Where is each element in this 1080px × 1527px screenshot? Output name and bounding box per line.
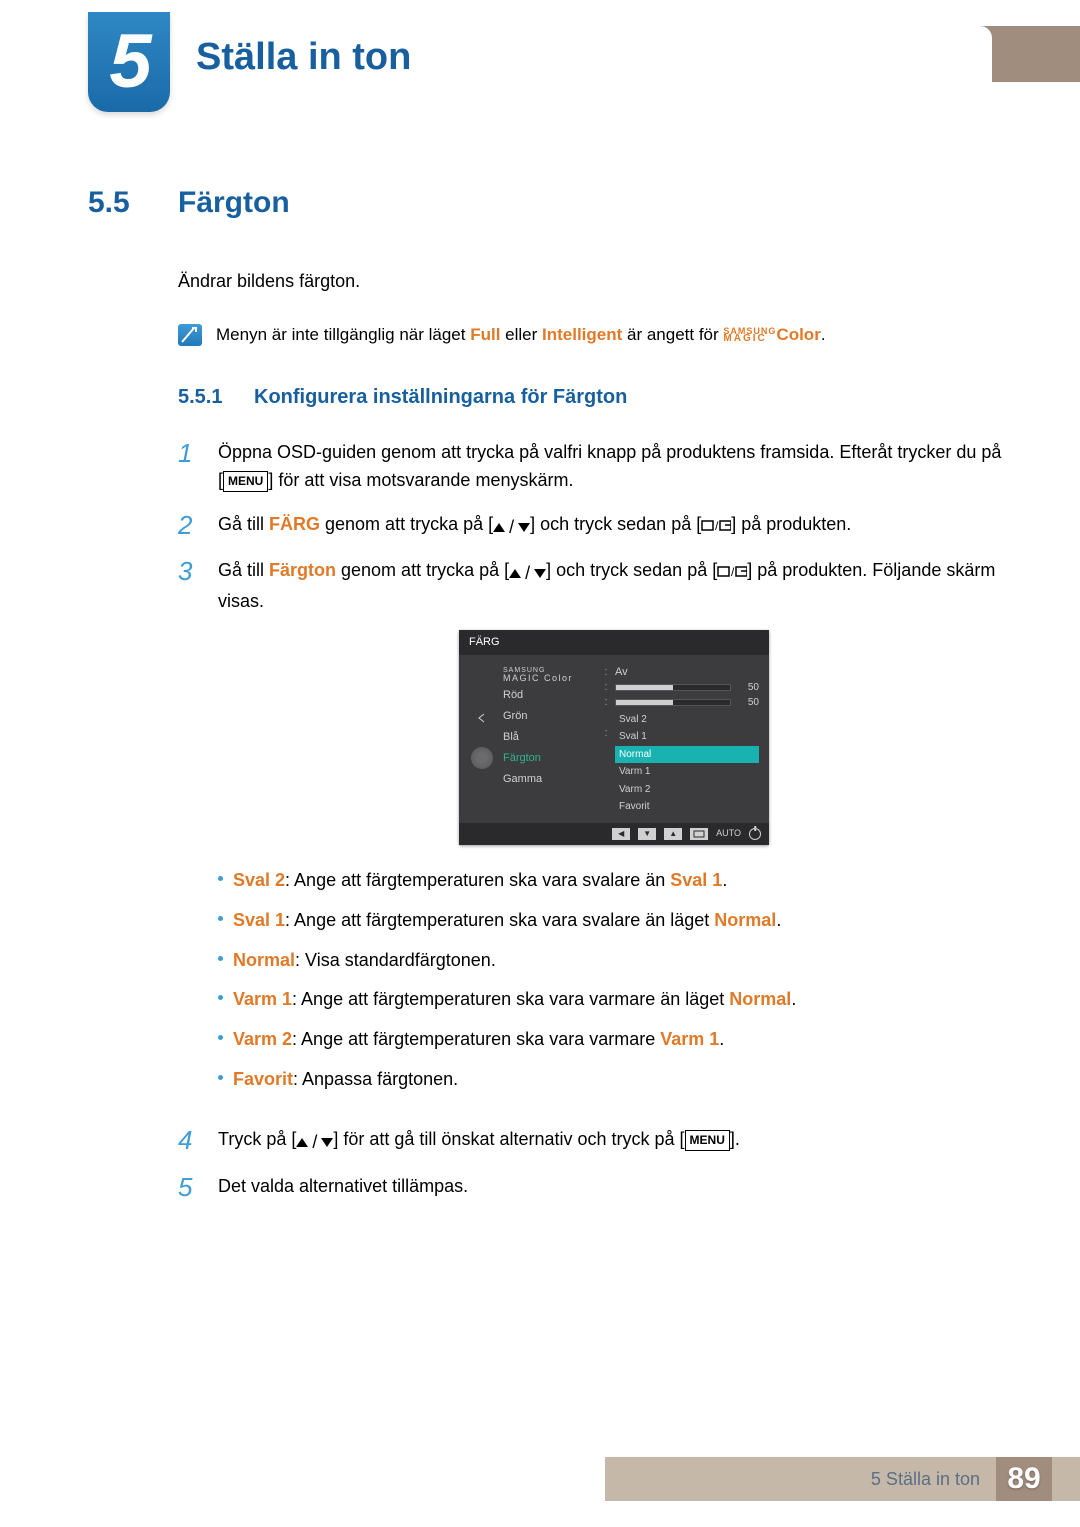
section-header: 5.5 Färgton xyxy=(88,186,1010,220)
option-descriptions: Sval 2: Ange att färgtemperaturen ska va… xyxy=(218,867,1010,1094)
svg-text:/: / xyxy=(715,519,719,533)
osd-panel: FÄRG SAMSUNGMAGIC Color Röd xyxy=(459,630,769,845)
osd-options: Sval 2 Sval 1 Normal Varm 1 Varm 2 Favor… xyxy=(615,711,759,816)
source-enter-icon: / xyxy=(717,560,747,580)
step-2-text: Gå till FÄRG genom att trycka på [/] och… xyxy=(218,511,1010,541)
palette-icon xyxy=(471,747,493,769)
step-number: 5 xyxy=(178,1173,198,1202)
svg-text:/: / xyxy=(731,565,735,579)
up-down-icon: / xyxy=(509,560,546,588)
up-down-icon: / xyxy=(296,1129,333,1157)
step-number: 4 xyxy=(178,1126,198,1156)
chapter-tab: 5 xyxy=(88,12,170,112)
osd-footer: ◀ ▼ ▲ AUTO xyxy=(459,823,769,845)
chevron-left-icon xyxy=(477,713,487,723)
left-icon: ◀ xyxy=(612,828,630,840)
up-icon: ▲ xyxy=(664,828,682,840)
step-3-text: Gå till Färgton genom att trycka på [/] … xyxy=(218,557,1010,1110)
section-title: Färgton xyxy=(178,186,290,220)
down-icon: ▼ xyxy=(638,828,656,840)
subsection-header: 5.5.1 Konfigurera inställningarna för Fä… xyxy=(178,382,1010,413)
subsection-number: 5.5.1 xyxy=(178,382,236,413)
page-footer: 5 Ställa in ton 89 xyxy=(0,1457,1080,1501)
note-text: Menyn är inte tillgänglig när läget Full… xyxy=(216,322,826,348)
menu-key-icon: MENU xyxy=(685,1130,730,1151)
page-number: 89 xyxy=(996,1457,1052,1501)
source-enter-icon: / xyxy=(701,514,731,534)
samsung-magic-logo: SAMSUNGMAGIC xyxy=(723,328,776,343)
note-icon xyxy=(178,324,202,346)
step-1-text: Öppna OSD-guiden genom att trycka på val… xyxy=(218,439,1010,495)
step-number: 2 xyxy=(178,511,198,541)
note-row: Menyn är inte tillgänglig när läget Full… xyxy=(178,322,1010,348)
osd-title: FÄRG xyxy=(459,630,769,655)
enter-icon xyxy=(690,828,708,840)
chapter-number: 5 xyxy=(88,12,170,112)
section-number: 5.5 xyxy=(88,186,150,220)
intro-text: Ändrar bildens färgton. xyxy=(178,268,1010,296)
content-area: 5.5 Färgton Ändrar bildens färgton. Meny… xyxy=(88,186,1010,1217)
power-icon xyxy=(749,828,761,840)
up-down-icon: / xyxy=(493,514,530,542)
auto-label: AUTO xyxy=(716,827,741,841)
footer-chapter: 5 Ställa in ton xyxy=(871,1469,980,1490)
step-number: 1 xyxy=(178,439,198,495)
steps-list: 1 Öppna OSD-guiden genom att trycka på v… xyxy=(178,439,1010,1201)
step-number: 3 xyxy=(178,557,198,1110)
osd-labels: SAMSUNGMAGIC Color Röd Grön Blå Färgton … xyxy=(503,665,595,817)
subsection-title: Konfigurera inställningarna för Färgton xyxy=(254,382,627,413)
step-4-text: Tryck på [/] för att gå till önskat alte… xyxy=(218,1126,1010,1156)
osd-values: :Av :50 :50 : Sval 2 Sval 1 Normal Va xyxy=(603,665,759,817)
step-5-text: Det valda alternativet tillämpas. xyxy=(218,1173,1010,1202)
chapter-title: Ställa in ton xyxy=(196,36,411,79)
menu-key-icon: MENU xyxy=(223,471,268,492)
